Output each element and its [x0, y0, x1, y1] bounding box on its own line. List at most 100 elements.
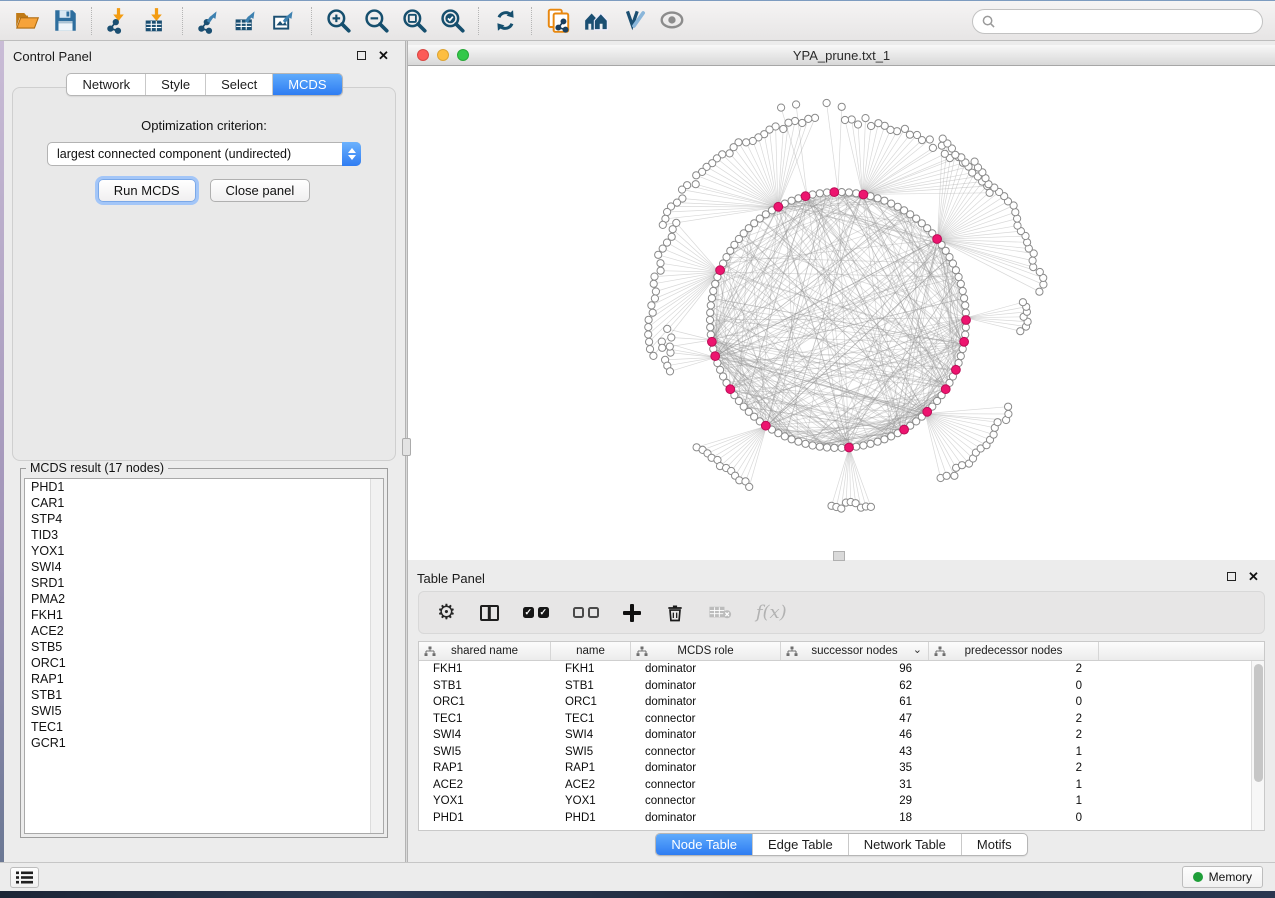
export-network-icon[interactable] [190, 4, 228, 38]
table-row[interactable]: TEC1TEC1connector472 [419, 711, 1251, 728]
close-panel-button[interactable]: Close panel [210, 179, 311, 202]
mcds-result-item[interactable]: FKH1 [25, 607, 383, 623]
column-header-shared-name[interactable]: shared name [419, 642, 551, 660]
tab-network[interactable]: Network [67, 74, 146, 95]
mcds-result-item[interactable]: ACE2 [25, 623, 383, 639]
save-session-icon[interactable] [46, 4, 84, 38]
mcds-result-item[interactable]: SRD1 [25, 575, 383, 591]
mcds-result-item[interactable]: GCR1 [25, 735, 383, 751]
table-row[interactable]: RAP1RAP1dominator352 [419, 760, 1251, 777]
apply-preferred-layout-icon[interactable] [486, 4, 524, 38]
mcds-result-item[interactable]: TEC1 [25, 719, 383, 735]
hide-graphics-details-icon[interactable] [615, 4, 653, 38]
select-all-columns-icon[interactable]: ✓✓ [523, 607, 549, 618]
mcds-result-list[interactable]: PHD1CAR1STP4TID3YOX1SWI4SRD1PMA2FKH1ACE2… [24, 478, 384, 834]
close-panel-icon[interactable]: ✕ [378, 50, 390, 62]
column-header-successor-nodes[interactable]: successor nodes⌄ [781, 642, 929, 660]
memory-button[interactable]: Memory [1182, 866, 1263, 888]
cell-MCDS-role: dominator [631, 680, 781, 692]
column-header-filler [1099, 642, 1264, 660]
cell-successor-nodes: 96 [781, 663, 929, 675]
open-file-icon[interactable] [8, 4, 46, 38]
vertical-splitter-handle[interactable] [402, 438, 411, 456]
table-options-gear-icon[interactable]: ⚙ [437, 602, 456, 623]
column-header-MCDS-role[interactable]: MCDS role [631, 642, 781, 660]
table-row[interactable]: SWI5SWI5connector431 [419, 744, 1251, 761]
import-network-from-file-icon[interactable] [99, 4, 137, 38]
optimization-criterion-label: Optimization criterion: [13, 118, 395, 133]
tab-mcds[interactable]: MCDS [273, 74, 341, 95]
mcds-result-item[interactable]: PMA2 [25, 591, 383, 607]
mcds-result-item[interactable]: STB5 [25, 639, 383, 655]
cell-predecessor-nodes: 2 [929, 713, 1099, 725]
criterion-selected-value: largest connected component (undirected) [48, 147, 342, 161]
run-mcds-button[interactable]: Run MCDS [98, 179, 196, 202]
mcds-result-item[interactable]: STP4 [25, 511, 383, 527]
table-row[interactable]: SWI4SWI4dominator462 [419, 727, 1251, 744]
mcds-result-item[interactable]: STB1 [25, 687, 383, 703]
mcds-result-item[interactable]: CAR1 [25, 495, 383, 511]
tab-style[interactable]: Style [146, 74, 206, 95]
export-table-icon[interactable] [228, 4, 266, 38]
horizontal-splitter-handle[interactable] [833, 551, 845, 561]
table-row[interactable]: FKH1FKH1dominator962 [419, 661, 1251, 678]
mcds-result-item[interactable]: SWI5 [25, 703, 383, 719]
mcds-result-item[interactable]: RAP1 [25, 671, 383, 687]
mcds-result-item[interactable]: YOX1 [25, 543, 383, 559]
cell-shared-name: YOX1 [419, 795, 551, 807]
task-history-button[interactable] [10, 867, 39, 888]
mcds-result-item[interactable]: ORC1 [25, 655, 383, 671]
export-image-icon[interactable] [266, 4, 304, 38]
table-scrollbar[interactable] [1251, 661, 1264, 830]
control-panel: Control Panel ✕ NetworkStyleSelectMCDS O… [4, 41, 405, 862]
zoom-out-icon[interactable] [357, 4, 395, 38]
show-graphics-details-icon[interactable] [653, 4, 691, 38]
mcds-result-item[interactable]: PHD1 [25, 479, 383, 495]
toolbar-separator [531, 7, 532, 35]
deselect-all-columns-icon[interactable] [573, 607, 599, 618]
toolbar-separator [91, 7, 92, 35]
zoom-in-icon[interactable] [319, 4, 357, 38]
main-toolbar [0, 0, 1275, 41]
cell-predecessor-nodes: 0 [929, 696, 1099, 708]
column-header-name[interactable]: name [551, 642, 631, 660]
zoom-fit-content-icon[interactable] [395, 4, 433, 38]
table-row[interactable]: PHD1PHD1dominator180 [419, 810, 1251, 827]
network-canvas[interactable] [408, 66, 1275, 560]
table-row[interactable]: ACE2ACE2connector311 [419, 777, 1251, 794]
network-overview-icon[interactable] [577, 4, 615, 38]
cell-MCDS-role: dominator [631, 812, 781, 824]
search-input[interactable] [1000, 12, 1262, 32]
mcds-result-item[interactable]: TID3 [25, 527, 383, 543]
table-row[interactable]: YOX1YOX1connector291 [419, 793, 1251, 810]
network-graph[interactable] [408, 66, 1275, 560]
column-header-predecessor-nodes[interactable]: predecessor nodes [929, 642, 1099, 660]
table-tab-motifs[interactable]: Motifs [962, 834, 1027, 855]
clone-network-icon[interactable] [539, 4, 577, 38]
mcds-list-scrollbar[interactable] [370, 479, 383, 833]
mcds-result-item[interactable]: SWI4 [25, 559, 383, 575]
table-row[interactable]: STB1STB1dominator620 [419, 678, 1251, 695]
mcds-result-box: MCDS result (17 nodes) PHD1CAR1STP4TID3Y… [20, 468, 388, 838]
float-panel-icon[interactable] [357, 50, 369, 62]
table-scrollbar-thumb[interactable] [1254, 664, 1263, 782]
float-table-panel-icon[interactable] [1227, 571, 1239, 583]
zoom-selected-region-icon[interactable] [433, 4, 471, 38]
table-tab-edge-table[interactable]: Edge Table [753, 834, 849, 855]
table-tab-node-table[interactable]: Node Table [656, 834, 753, 855]
close-table-panel-icon[interactable]: ✕ [1248, 571, 1260, 583]
cell-shared-name: SWI5 [419, 746, 551, 758]
show-column-panes-icon[interactable] [480, 605, 499, 621]
add-column-icon[interactable] [623, 604, 641, 622]
import-table-from-file-icon[interactable] [137, 4, 175, 38]
cell-predecessor-nodes: 1 [929, 795, 1099, 807]
network-window-titlebar[interactable]: YPA_prune.txt_1 [408, 45, 1275, 66]
control-panel-tabs: NetworkStyleSelectMCDS [66, 73, 342, 96]
criterion-select[interactable]: largest connected component (undirected) [47, 142, 361, 166]
table-row[interactable]: ORC1ORC1dominator610 [419, 694, 1251, 711]
search-box[interactable] [972, 9, 1263, 34]
table-tab-network-table[interactable]: Network Table [849, 834, 962, 855]
cell-predecessor-nodes: 0 [929, 812, 1099, 824]
delete-column-icon[interactable] [665, 603, 685, 623]
tab-select[interactable]: Select [206, 74, 273, 95]
